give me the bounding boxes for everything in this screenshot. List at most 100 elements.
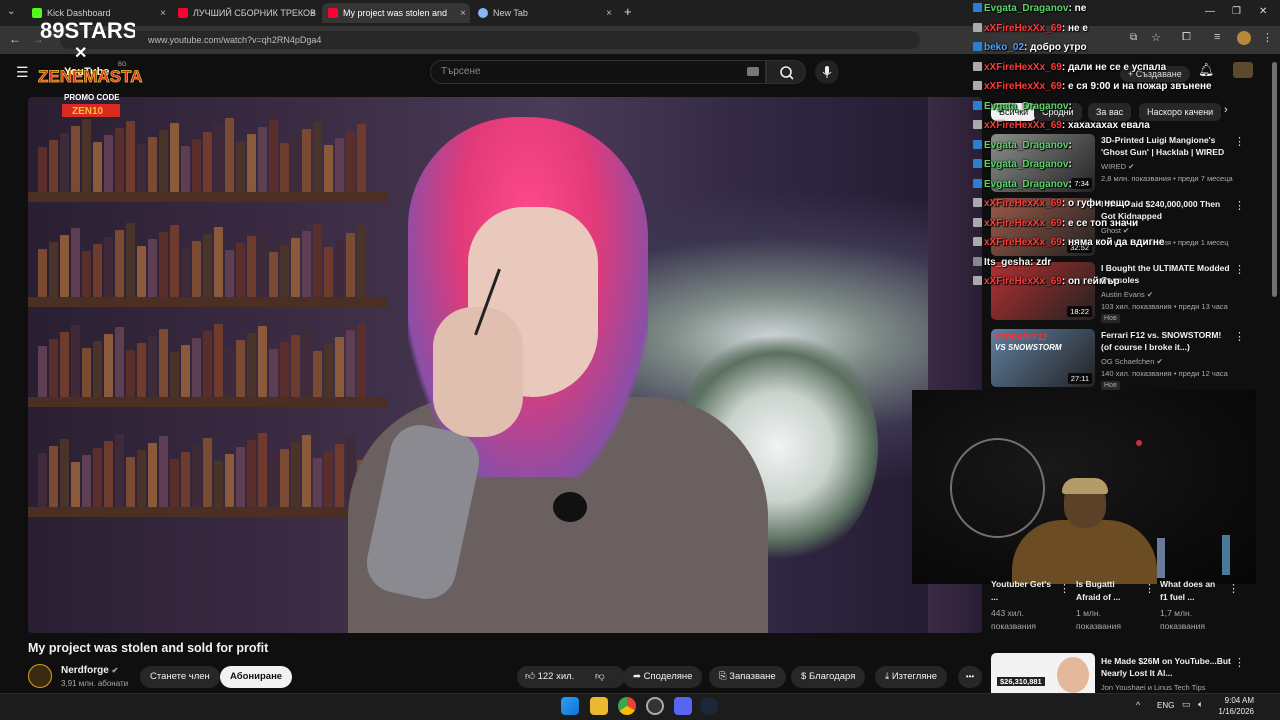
more-options-icon[interactable]: ⋮	[1234, 656, 1245, 669]
book	[302, 328, 311, 397]
svg-text:✕: ✕	[74, 45, 87, 60]
more-options-icon[interactable]: ⋮	[1234, 135, 1245, 148]
share-icon: ➦	[633, 671, 641, 682]
new-badge: Нов	[1101, 381, 1120, 390]
page-scrollbar[interactable]	[1272, 62, 1277, 297]
chat-username: Evgata_Draganov	[984, 100, 1069, 112]
book	[93, 142, 102, 192]
keyboard-icon[interactable]	[747, 67, 759, 76]
chat-message: xXFireHexXx_69: е се топ значи	[973, 217, 1138, 229]
book	[181, 452, 190, 507]
discord-icon[interactable]	[674, 697, 692, 715]
obs-icon[interactable]	[646, 697, 664, 715]
thumb-text: VS SNOWSTORM	[995, 343, 1062, 352]
hamburger-menu-icon[interactable]: ☰	[16, 64, 29, 81]
more-options-icon[interactable]: ⋮	[1234, 330, 1245, 343]
book	[313, 458, 322, 507]
bookmark-star-icon[interactable]: ☆	[1151, 31, 1161, 44]
browser-menu-icon[interactable]: ⋮	[1262, 31, 1273, 44]
back-arrow-icon[interactable]: ←	[9, 32, 21, 46]
book	[71, 228, 80, 297]
chat-username: xXFireHexXx_69	[984, 276, 1062, 287]
more-options-icon[interactable]: ⋮	[1234, 263, 1245, 276]
notifications-bell-icon[interactable]: 🔔︎	[1198, 62, 1215, 78]
search-button[interactable]	[766, 60, 806, 84]
download-button[interactable]: ⤓ Изтегляне	[875, 666, 948, 688]
like-button[interactable]: 👍︎ 122 хил.	[525, 671, 574, 682]
close-window-button[interactable]: ✕	[1259, 6, 1267, 17]
account-avatar[interactable]	[1233, 62, 1253, 78]
clock-date[interactable]: 1/16/2026	[1215, 707, 1254, 716]
clock-time[interactable]: 9:04 AM	[1222, 696, 1254, 705]
related-channel[interactable]: Austin Evans ✔	[1101, 290, 1153, 299]
dislike-button[interactable]: 👎︎	[595, 666, 605, 688]
short-title[interactable]: Youtuber Get's ...	[991, 578, 1051, 604]
book	[346, 330, 355, 397]
short-title[interactable]: What does an f1 fuel ...	[1160, 578, 1220, 604]
related-title[interactable]: Ferrari F12 vs. SNOWSTORM! (of course I …	[1101, 329, 1233, 353]
profile-avatar[interactable]	[1237, 31, 1251, 45]
channel-name[interactable]: Nerdforge ✔︎	[61, 665, 118, 676]
close-icon[interactable]: ×	[606, 8, 612, 19]
media-control-icon[interactable]: ≡	[1214, 31, 1220, 43]
video-player[interactable]	[28, 97, 982, 633]
tab-search-icon[interactable]: ⌄	[7, 6, 15, 17]
chevron-right-icon[interactable]: ›	[1224, 104, 1228, 116]
network-icon[interactable]: ▭	[1182, 699, 1191, 710]
voice-search-button[interactable]	[815, 60, 839, 84]
book	[159, 130, 168, 192]
book	[38, 147, 47, 192]
chat-text: : on геймър	[1061, 276, 1120, 287]
more-options-icon[interactable]: ⋮	[1144, 582, 1155, 595]
chrome-icon[interactable]	[618, 697, 636, 715]
tab-music[interactable]: ЛУЧШИЙ СБОРНИК ТРЕКОВ ×	[172, 3, 320, 23]
more-options-icon[interactable]: ⋮	[1234, 199, 1245, 212]
related-thumbnail[interactable]: 18:22	[991, 262, 1095, 320]
chat-username: xXFireHexXx_69	[984, 120, 1062, 131]
close-icon[interactable]: ×	[160, 8, 166, 19]
install-app-icon[interactable]: ⧉	[1130, 32, 1137, 43]
close-icon[interactable]: ×	[460, 8, 466, 19]
save-button[interactable]: ⎘ Запазване	[709, 666, 786, 688]
url-field[interactable]: www.youtube.com/watch?v=qh2RN4pDga4	[60, 31, 920, 49]
chip-for-you[interactable]: За вас	[1088, 103, 1132, 121]
bottom-related-thumb[interactable]: $26,310,881	[991, 653, 1095, 693]
thanks-button[interactable]: $ Благодаря	[791, 666, 866, 688]
chat-badge-icon	[973, 81, 982, 90]
bottle	[1222, 535, 1230, 575]
minimize-button[interactable]: —	[1205, 6, 1215, 17]
book	[335, 337, 344, 397]
more-options-icon[interactable]: ⋮	[1059, 582, 1070, 595]
join-button[interactable]: Станете член	[140, 666, 220, 688]
related-title[interactable]: I Bought the ULTIMATE Modded Consoles	[1101, 262, 1233, 286]
extensions-icon[interactable]: ⧠	[1182, 31, 1191, 44]
bottom-related-title[interactable]: He Made $26M on YouTube...But Nearly Los…	[1101, 655, 1233, 679]
more-actions-button[interactable]: •••	[958, 666, 982, 688]
related-channel[interactable]: WIRED ✔	[1101, 162, 1134, 171]
tab-new[interactable]: New Tab ×	[472, 3, 616, 23]
chip-recent[interactable]: Наскоро качени	[1139, 103, 1222, 121]
share-button[interactable]: ➦ Споделяне	[623, 666, 703, 688]
steam-icon[interactable]	[700, 697, 718, 715]
subscribe-button[interactable]: Абониране	[220, 666, 293, 688]
input-language[interactable]: ENG	[1157, 701, 1174, 710]
volume-icon[interactable]: 🔈︎	[1198, 699, 1203, 710]
short-title[interactable]: Is Bugatti Afraid of ...	[1076, 578, 1136, 604]
search-input[interactable]: Търсене	[430, 60, 766, 84]
related-channel[interactable]: OG Schaefchen ✔	[1101, 357, 1163, 366]
tab-active-video[interactable]: My project was stolen and ×	[322, 3, 470, 23]
windows-start-icon[interactable]	[561, 697, 579, 715]
more-options-icon[interactable]: ⋮	[1228, 582, 1239, 595]
tray-chevron-icon[interactable]: ^	[1136, 700, 1140, 710]
thanks-icon: $	[801, 671, 807, 682]
file-explorer-icon[interactable]	[590, 697, 608, 715]
maximize-button[interactable]: ❐	[1232, 6, 1241, 17]
related-thumbnail[interactable]: FERRARI F12 VS SNOWSTORM 27:11	[991, 329, 1095, 387]
close-icon[interactable]: ×	[310, 8, 316, 19]
related-title[interactable]: 3D-Printed Luigi Mangione's 'Ghost Gun' …	[1101, 134, 1233, 158]
chat-text: :	[1068, 178, 1072, 190]
channel-avatar[interactable]	[28, 664, 52, 688]
book	[49, 339, 58, 397]
new-tab-button[interactable]: +	[624, 4, 632, 19]
book	[203, 234, 212, 297]
